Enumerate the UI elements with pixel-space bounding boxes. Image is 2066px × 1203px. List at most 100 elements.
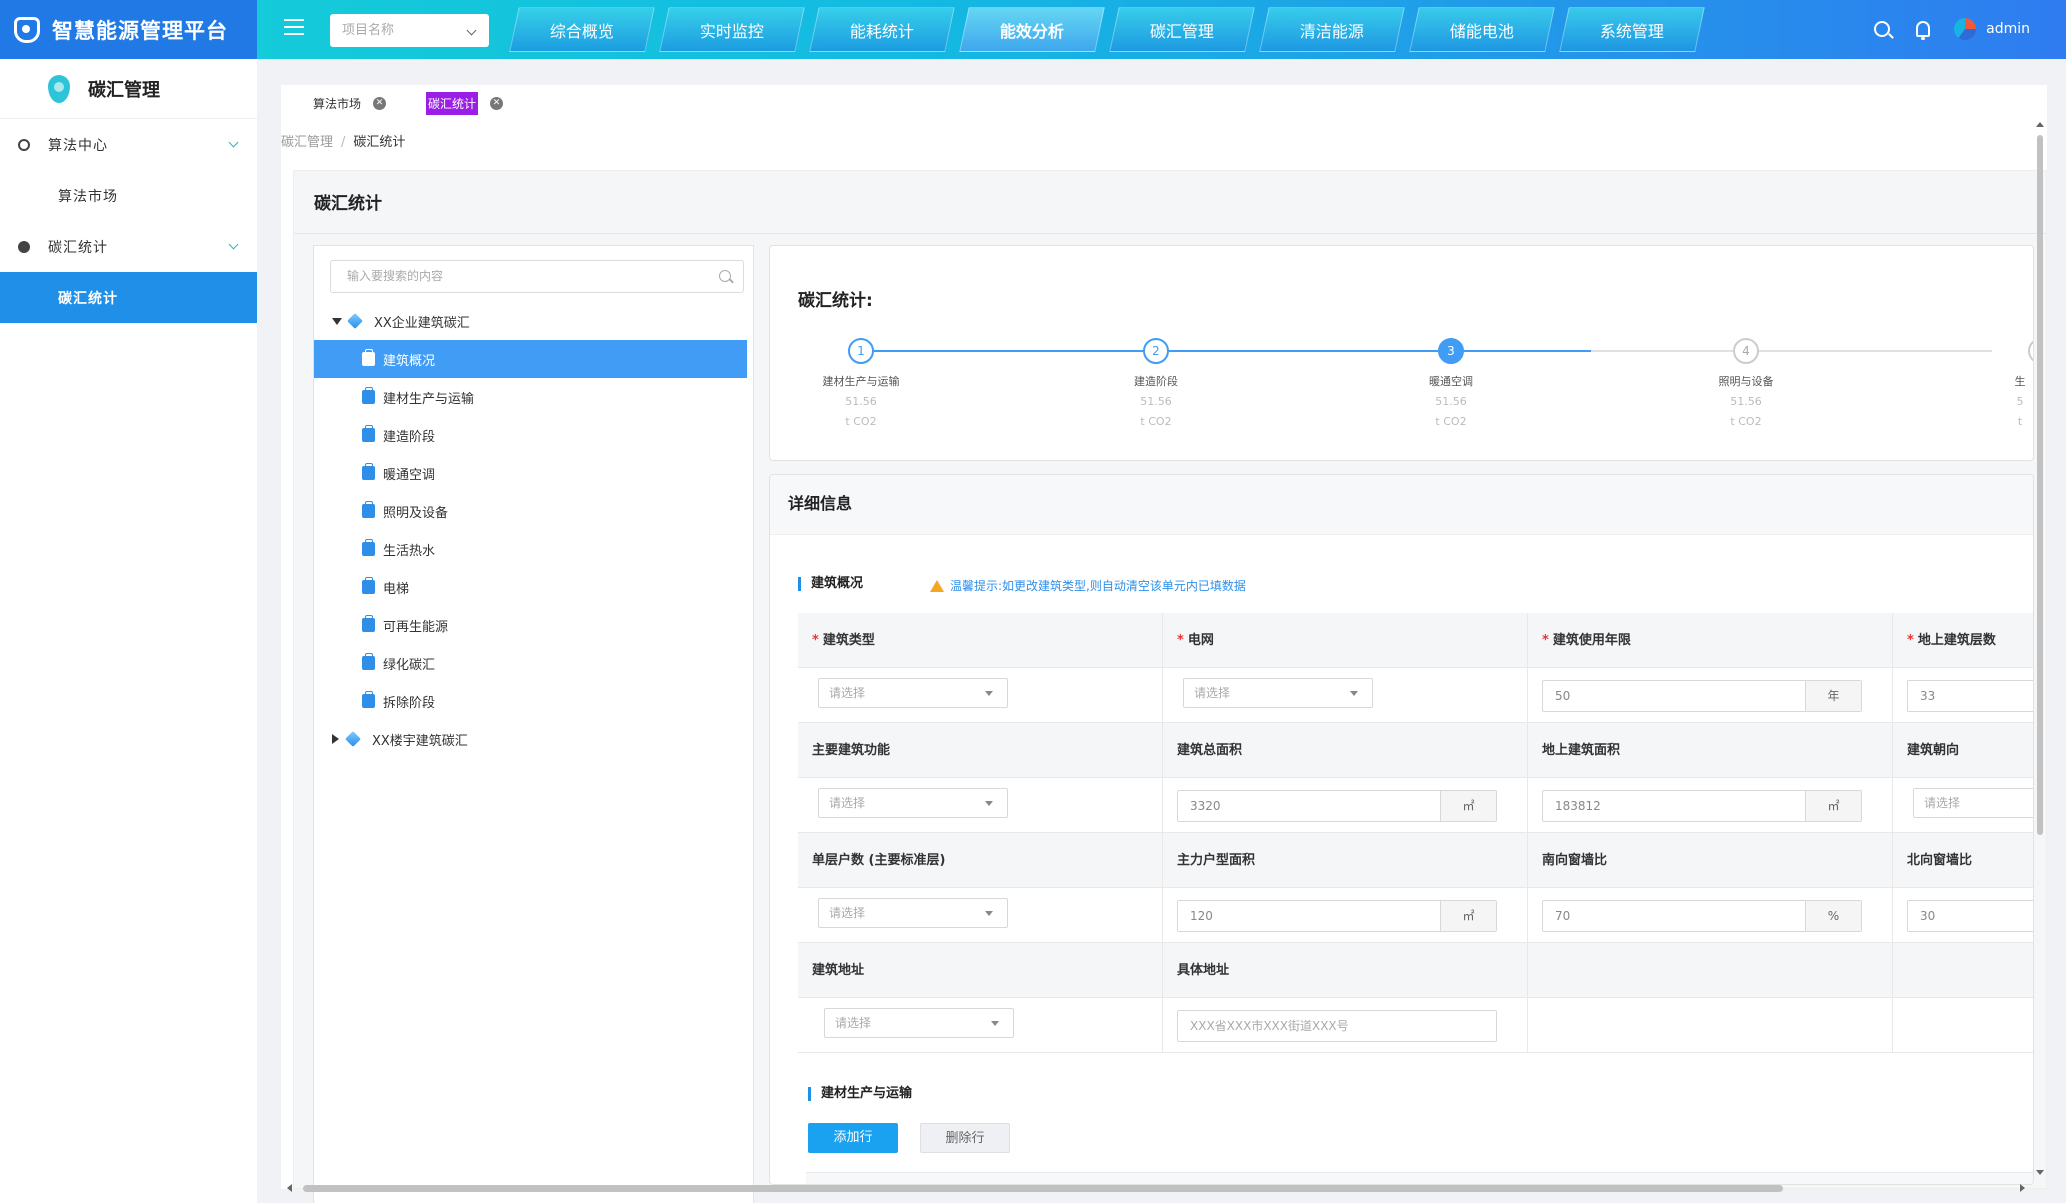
add-row-button[interactable]: 添加行 [808, 1123, 898, 1153]
orientation-select[interactable]: 请选择 [1913, 788, 2033, 818]
arrow-left-icon [287, 1184, 292, 1192]
caret-down-icon [985, 911, 993, 916]
step-1[interactable]: 1 [848, 338, 874, 364]
nav-consumption[interactable]: 能耗统计 [809, 7, 955, 52]
tree-node[interactable]: 建筑概况 [314, 340, 747, 378]
nav-clean-energy[interactable]: 清洁能源 [1259, 7, 1405, 52]
tree-node-root[interactable]: XX企业建筑碳汇 [314, 302, 747, 340]
page-tabs: 算法市场 ✕ 碳汇统计 ✕ [313, 92, 543, 115]
app-title: 智慧能源管理平台 [52, 18, 228, 43]
north-ratio-input[interactable]: 30 [1907, 900, 2033, 932]
tree-node[interactable]: 建造阶段 [314, 416, 747, 454]
building-form: * 建筑类型 * 电网 * 建筑使用年限 * 地上建筑层数 请选择 请选择 50 年 33… [798, 613, 2033, 1053]
south-ratio-input[interactable]: 70% [1542, 900, 1862, 932]
floors-input[interactable]: 33 [1907, 680, 2033, 712]
sidebar-group-algorithm[interactable]: 算法中心 [0, 119, 257, 170]
tree-node[interactable]: 暖通空调 [314, 454, 747, 492]
nav-efficiency[interactable]: 能效分析 [959, 7, 1105, 52]
step-3[interactable]: 3 [1438, 338, 1464, 364]
horizontal-scrollbar[interactable] [285, 1181, 2025, 1195]
main-function-select[interactable]: 请选择 [818, 788, 1008, 818]
tab-carbon-stats[interactable]: 碳汇统计 ✕ [426, 92, 504, 115]
form-label-row: 建筑地址 具体地址 [798, 943, 2033, 998]
sidebar-title: 碳汇管理 [88, 79, 160, 101]
tree-node[interactable]: 建材生产与运输 [314, 378, 747, 416]
algorithm-icon [18, 138, 30, 151]
tree-node-root[interactable]: XX楼宇建筑碳汇 [314, 720, 747, 758]
building-type-select[interactable]: 请选择 [818, 678, 1008, 708]
nav-overview[interactable]: 综合概览 [509, 7, 655, 52]
avatar[interactable] [1954, 18, 1977, 40]
arrow-right-icon [2020, 1184, 2025, 1192]
unit-area-input[interactable]: 120 ㎡ [1177, 900, 1497, 932]
briefcase-icon [362, 615, 375, 632]
menu-toggle-icon[interactable] [284, 19, 304, 35]
total-area-input[interactable]: 3320 ㎡ [1177, 790, 1497, 822]
address-select[interactable]: 请选择 [824, 1008, 1014, 1038]
above-ground-area-input[interactable]: 183812 ㎡ [1542, 790, 1862, 822]
cube-icon [347, 313, 363, 329]
tree-node[interactable]: 电梯 [314, 568, 747, 606]
tree-node[interactable]: 可再生能源 [314, 606, 747, 644]
service-years-input[interactable]: 50 年 [1542, 680, 1862, 712]
briefcase-icon [362, 349, 375, 366]
grid-select[interactable]: 请选择 [1183, 678, 1373, 708]
tree-node[interactable]: 照明及设备 [314, 492, 747, 530]
sidebar-group-label: 碳汇统计 [48, 239, 108, 256]
chevron-down-icon [228, 137, 239, 148]
caret-right-icon [332, 734, 339, 744]
steps-card: 碳汇统计: 1 建材生产与运输 51.56 t CO2 2 建造阶段 51.56 t C… [769, 245, 2034, 461]
delete-row-button[interactable]: 删除行 [920, 1123, 1010, 1153]
sidebar-item-label: 算法市场 [58, 188, 118, 205]
sidebar-item-label: 碳汇统计 [58, 290, 118, 307]
nav-storage[interactable]: 储能电池 [1409, 7, 1555, 52]
project-select[interactable]: 项目名称 [330, 14, 489, 47]
sidebar-item-algorithm-market[interactable]: 算法市场 [0, 170, 257, 221]
bell-icon[interactable] [1916, 21, 1931, 40]
detail-card: 详细信息 建筑概况 温馨提示:如更改建筑类型,则自动清空该单元内已填数据 * 建筑… [769, 474, 2034, 1185]
form-input-row: 请选择 XXX省XXX市XXX街道XXX号 [798, 998, 2033, 1053]
caret-down-icon [991, 1021, 999, 1026]
breadcrumb-parent[interactable]: 碳汇管理 [281, 135, 333, 150]
arrow-down-icon [2036, 1170, 2044, 1175]
detail-title: 详细信息 [770, 475, 2033, 535]
sidebar: 碳汇管理 算法中心 算法市场 碳汇统计 碳汇统计 [0, 59, 257, 1203]
caret-down-icon [985, 691, 993, 696]
tree-node[interactable]: 绿化碳汇 [314, 644, 747, 682]
sidebar-item-carbon-stats[interactable]: 碳汇统计 [0, 272, 257, 323]
form-label-row: 单层户数 (主要标准层) 主力户型面积 南向窗墙比 北向窗墙比 [798, 833, 2033, 888]
form-input-row: 请选择 3320 ㎡ 183812 ㎡ 请选择 [798, 778, 2033, 833]
step-2[interactable]: 2 [1143, 338, 1169, 364]
sidebar-group-carbon-stats[interactable]: 碳汇统计 [0, 221, 257, 272]
project-select-placeholder: 项目名称 [342, 23, 395, 38]
nav-system[interactable]: 系统管理 [1559, 7, 1705, 52]
detail-address-input[interactable]: XXX省XXX市XXX街道XXX号 [1177, 1010, 1497, 1042]
tree-search-input[interactable]: 输入要搜索的内容 [330, 260, 744, 293]
briefcase-icon [362, 463, 375, 480]
step-1-text: 建材生产与运输 51.56 t CO2 [822, 375, 900, 428]
logo: 智慧能源管理平台 [0, 0, 257, 59]
briefcase-icon [362, 539, 375, 556]
search-icon[interactable] [1874, 21, 1891, 37]
step-3-text: 暖通空调 51.56 t CO2 [1429, 375, 1473, 428]
close-icon[interactable]: ✕ [490, 97, 504, 110]
step-4[interactable]: 4 [1733, 338, 1759, 364]
tab-algorithm-market[interactable]: 算法市场 ✕ [313, 95, 387, 112]
nav-carbon[interactable]: 碳汇管理 [1109, 7, 1255, 52]
households-select[interactable]: 请选择 [818, 898, 1008, 928]
form-input-row: 请选择 120 ㎡ 70% 30 [798, 888, 2033, 943]
tree-node[interactable]: 生活热水 [314, 530, 747, 568]
briefcase-icon [362, 691, 375, 708]
form-label-row: 主要建筑功能 建筑总面积 地上建筑面积 建筑朝向 [798, 723, 2033, 778]
username[interactable]: admin [1986, 21, 2030, 37]
sidebar-group-label: 算法中心 [48, 137, 108, 154]
close-icon[interactable]: ✕ [373, 97, 387, 110]
tree-node[interactable]: 拆除阶段 [314, 682, 747, 720]
briefcase-icon [362, 501, 375, 518]
top-bar: 智慧能源管理平台 项目名称 综合概览 实时监控 能耗统计 能效分析 碳汇管理 清… [0, 0, 2066, 59]
tree-search-placeholder: 输入要搜索的内容 [347, 269, 444, 283]
nav-monitor[interactable]: 实时监控 [659, 7, 805, 52]
steps-title: 碳汇统计: [798, 291, 873, 311]
briefcase-icon [362, 653, 375, 670]
vertical-scrollbar[interactable] [2034, 120, 2046, 1175]
